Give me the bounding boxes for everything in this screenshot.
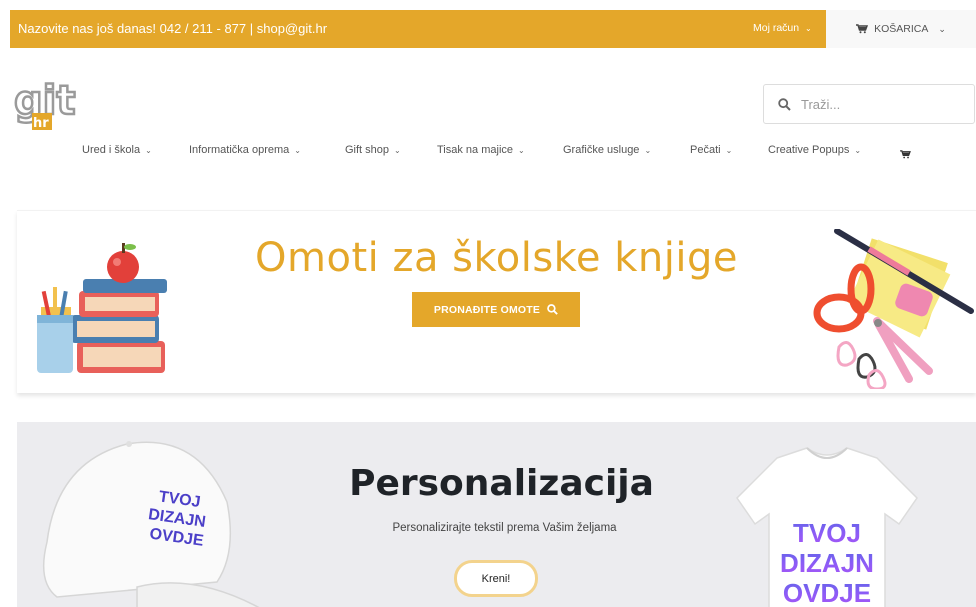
cart-icon [856, 24, 869, 34]
nav-item-label: Tisak na majice [437, 144, 514, 156]
nav-item-pecati[interactable]: Pečati ⌄ [690, 144, 732, 156]
chevron-down-icon: ⌄ [145, 146, 152, 155]
cap-image: TVOJ DIZAJN OVDJE [42, 441, 260, 607]
cart-label: KOŠARICA [874, 23, 929, 35]
chevron-down-icon: ⌄ [518, 146, 525, 155]
logo-text-hr: hr [33, 116, 49, 131]
go-button[interactable]: Kreni! [454, 560, 538, 597]
main-nav: Ured i škola ⌄ Informatička oprema ⌄ Gift … [0, 144, 976, 162]
stationery-illustration [813, 229, 974, 389]
tshirt-image: TVOJ DIZAJN OVDJE [736, 447, 918, 607]
chevron-down-icon: ⌄ [938, 23, 946, 34]
nav-cart-link[interactable] [900, 146, 911, 164]
chevron-down-icon: ⌄ [805, 24, 812, 33]
my-account-menu[interactable]: Moj račun ⌄ [753, 22, 812, 34]
site-logo[interactable]: git hr [13, 76, 78, 136]
chevron-down-icon: ⌄ [725, 146, 733, 155]
nav-item-label: Pečati [690, 144, 721, 156]
chevron-down-icon: ⌄ [294, 146, 301, 155]
my-account-label: Moj račun [753, 22, 800, 34]
nav-item-graficke-usluge[interactable]: Grafičke usluge ⌄ [563, 144, 651, 156]
personalization-banner[interactable]: TVOJ DIZAJN OVDJE Personalizacija Person… [17, 422, 976, 607]
cart-button[interactable]: KOŠARICA ⌄ [826, 10, 976, 48]
find-covers-button[interactable]: PRONAĐITE OMOTE [412, 292, 580, 327]
shirt-print-line1: TVOJ [793, 518, 861, 548]
search-box [763, 84, 975, 124]
search-icon [547, 304, 558, 315]
nav-item-label: Grafičke usluge [563, 144, 640, 156]
search-icon[interactable] [778, 97, 791, 111]
chevron-down-icon: ⌄ [854, 146, 862, 155]
nav-item-tisak-na-majice[interactable]: Tisak na majice ⌄ [437, 144, 525, 156]
nav-item-gift-shop[interactable]: Gift shop ⌄ [345, 144, 401, 156]
nav-item-ured-i-skola[interactable]: Ured i škola ⌄ [82, 144, 152, 156]
top-bar: Nazovite nas još danas! 042 / 211 - 877 … [10, 10, 976, 48]
git-logo-image: git hr [13, 77, 77, 131]
search-input[interactable] [801, 96, 951, 112]
go-button-label: Kreni! [481, 572, 511, 585]
find-covers-label: PRONAĐITE OMOTE [433, 303, 541, 316]
nav-item-label: Gift shop [345, 144, 390, 156]
nav-item-label: Ured i škola [82, 144, 141, 156]
nav-item-label: Informatička oprema [189, 144, 290, 156]
cart-icon [900, 150, 911, 159]
nav-item-informaticka-oprema[interactable]: Informatička oprema ⌄ [189, 144, 301, 156]
nav-item-creative-popups[interactable]: Creative Popups ⌄ [768, 144, 861, 156]
chevron-down-icon: ⌄ [644, 146, 652, 155]
shirt-print-line2: DIZAJN [780, 548, 874, 578]
chevron-down-icon: ⌄ [394, 146, 401, 155]
contact-info: Nazovite nas još danas! 042 / 211 - 877 … [18, 21, 328, 36]
shirt-print-line3: OVDJE [783, 578, 871, 607]
book-covers-banner[interactable]: Omoti za školske knjige PRONAĐITE OMOTE [17, 210, 976, 393]
nav-item-label: Creative Popups [768, 144, 850, 156]
